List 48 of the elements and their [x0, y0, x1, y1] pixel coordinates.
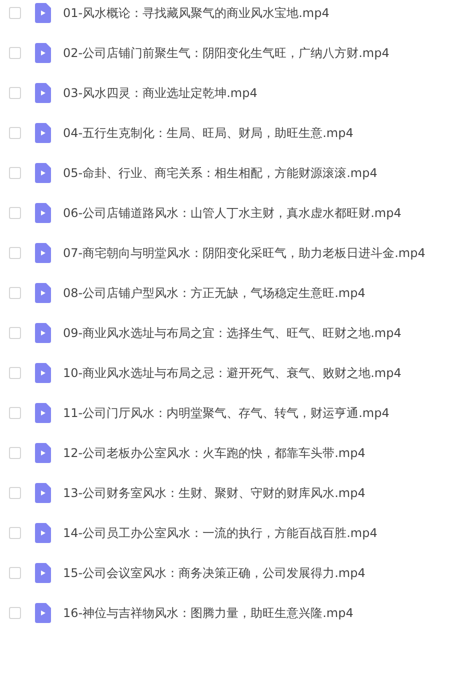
checkbox[interactable]: [9, 247, 21, 259]
file-name: 11-公司门厅风水：内明堂聚气、存气、转气，财运亨通.mp4: [63, 404, 390, 422]
file-name: 14-公司员工办公室风水：一流的执行，方能百战百胜.mp4: [63, 524, 378, 542]
video-file-icon: [35, 403, 51, 423]
checkbox[interactable]: [9, 327, 21, 339]
video-file-icon: [35, 443, 51, 463]
checkbox[interactable]: [9, 367, 21, 379]
video-file-icon: [35, 283, 51, 303]
file-name: 08-公司店铺户型风水：方正无缺，气场稳定生意旺.mp4: [63, 284, 366, 302]
file-name: 03-风水四灵：商业选址定乾坤.mp4: [63, 84, 258, 102]
checkbox[interactable]: [9, 487, 21, 499]
checkbox[interactable]: [9, 207, 21, 219]
checkbox[interactable]: [9, 407, 21, 419]
checkbox[interactable]: [9, 47, 21, 59]
video-file-icon: [35, 363, 51, 383]
checkbox[interactable]: [9, 607, 21, 619]
video-file-icon: [35, 563, 51, 583]
file-name: 02-公司店铺门前聚生气：阴阳变化生气旺，广纳八方财.mp4: [63, 44, 390, 62]
checkbox[interactable]: [9, 7, 21, 19]
file-name: 15-公司会议室风水：商务决策正确，公司发展得力.mp4: [63, 564, 366, 582]
checkbox[interactable]: [9, 567, 21, 579]
file-name: 12-公司老板办公室风水：火车跑的快，都靠车头带.mp4: [63, 444, 366, 462]
video-file-icon: [35, 203, 51, 223]
checkbox[interactable]: [9, 447, 21, 459]
file-name: 05-命卦、行业、商宅关系：相生相配，方能财源滚滚.mp4: [63, 164, 378, 182]
video-file-icon: [35, 3, 51, 23]
video-file-icon: [35, 163, 51, 183]
checkbox[interactable]: [9, 127, 21, 139]
file-name: 13-公司财务室风水：生财、聚财、守财的财库风水.mp4: [63, 484, 366, 502]
video-file-icon: [35, 83, 51, 103]
video-file-icon: [35, 43, 51, 63]
checkbox[interactable]: [9, 87, 21, 99]
video-file-icon: [35, 123, 51, 143]
video-file-icon: [35, 523, 51, 543]
checkbox[interactable]: [9, 287, 21, 299]
file-name: 01-风水概论：寻找藏风聚气的商业风水宝地.mp4: [63, 4, 330, 22]
checkbox[interactable]: [9, 527, 21, 539]
file-name: 09-商业风水选址与布局之宜：选择生气、旺气、旺财之地.mp4: [63, 324, 402, 342]
checkbox[interactable]: [9, 167, 21, 179]
video-file-icon: [35, 483, 51, 503]
file-name: 04-五行生克制化：生局、旺局、财局，助旺生意.mp4: [63, 124, 354, 142]
file-name: 06-公司店铺道路风水：山管人丁水主财，真水虚水都旺财.mp4: [63, 204, 402, 222]
video-file-icon: [35, 323, 51, 343]
video-file-icon: [35, 243, 51, 263]
video-file-icon: [35, 603, 51, 623]
file-name: 07-商宅朝向与明堂风水：阴阳变化采旺气，助力老板日进斗金.mp4: [63, 244, 426, 262]
file-name: 10-商业风水选址与布局之忌：避开死气、衰气、败财之地.mp4: [63, 364, 402, 382]
file-name: 16-神位与吉祥物风水：图腾力量，助旺生意兴隆.mp4: [63, 604, 354, 622]
